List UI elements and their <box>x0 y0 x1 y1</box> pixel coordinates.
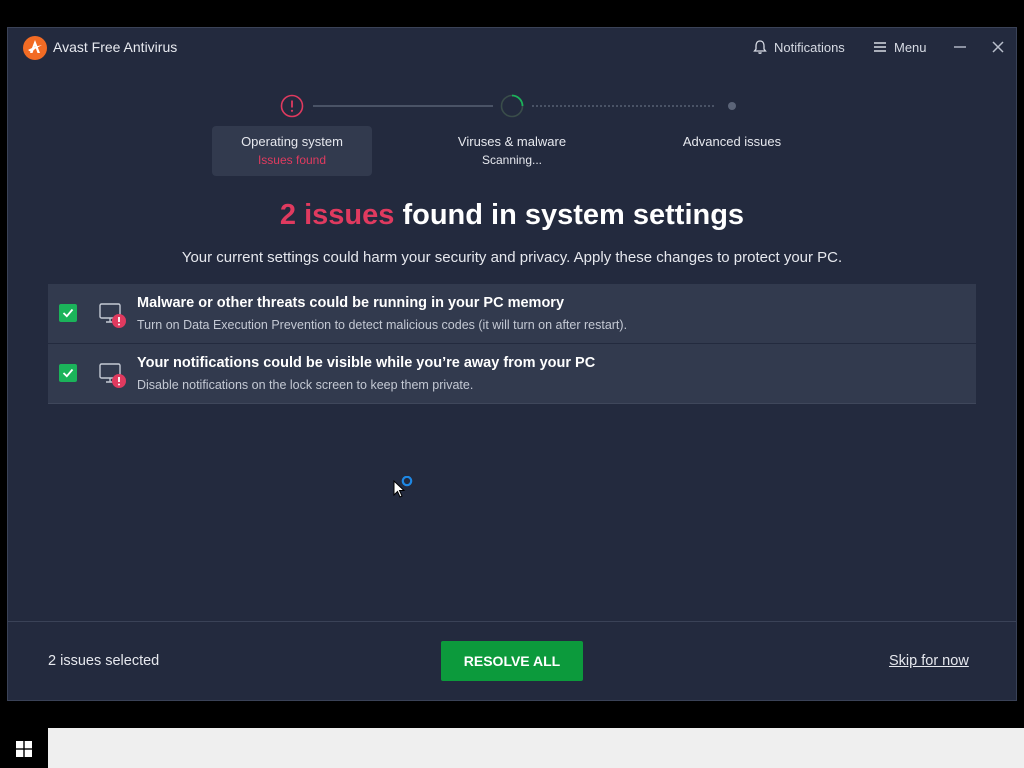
step-advanced-issues: Advanced issues <box>652 126 812 176</box>
issue-row[interactable]: Your notifications could be visible whil… <box>48 344 976 404</box>
issue-checkbox[interactable] <box>59 364 77 382</box>
step-label: Operating system <box>241 134 343 149</box>
minimize-icon <box>954 46 966 48</box>
step-viruses-malware: Viruses & malware Scanning... <box>432 126 592 176</box>
notifications-label: Notifications <box>774 39 845 55</box>
hamburger-icon <box>874 42 886 52</box>
step-status: Scanning... <box>481 153 543 167</box>
taskbar-area <box>48 728 1024 768</box>
close-button[interactable] <box>986 34 1010 58</box>
pending-step-dot <box>728 102 736 110</box>
warning-step-icon <box>280 94 304 118</box>
checkmark-icon <box>62 368 74 378</box>
page-subtitle: Your current settings could harm your se… <box>181 249 843 266</box>
footer-divider <box>8 621 1016 622</box>
issue-title: Your notifications could be visible whil… <box>137 355 596 371</box>
menu-button[interactable]: Menu <box>872 39 927 55</box>
notifications-button[interactable]: Notifications <box>752 39 845 55</box>
minimize-button[interactable] <box>948 34 972 58</box>
monitor-warning-icon <box>99 363 126 388</box>
taskbar <box>0 728 1024 768</box>
avast-logo-icon <box>23 36 47 60</box>
step-operating-system: Operating system Issues found <box>212 126 372 176</box>
issue-row[interactable]: Malware or other threats could be runnin… <box>48 284 976 344</box>
step-connector-2 <box>532 105 714 107</box>
step-label: Viruses & malware <box>457 134 567 149</box>
issue-count-highlight: 2 issues <box>279 199 395 231</box>
titlebar: Avast Free Antivirus Notifications Menu <box>8 28 1016 68</box>
step-status: Issues found <box>257 153 327 167</box>
step-connector-1 <box>313 105 493 107</box>
menu-label: Menu <box>894 39 927 55</box>
issue-title: Malware or other threats could be runnin… <box>137 295 565 311</box>
app-window: Avast Free Antivirus Notifications Menu <box>7 27 1017 701</box>
windows-start-icon[interactable] <box>16 741 32 757</box>
issue-checkbox[interactable] <box>59 304 77 322</box>
checkmark-icon <box>62 308 74 318</box>
issue-description: Turn on Data Execution Prevention to det… <box>137 318 628 332</box>
issue-description: Disable notifications on the lock screen… <box>137 378 474 392</box>
app-title: Avast Free Antivirus <box>53 39 178 55</box>
scanning-spinner-icon <box>500 94 524 118</box>
skip-for-now-link[interactable]: Skip for now <box>889 653 969 669</box>
page-title-rest: found in system settings <box>394 199 745 231</box>
busy-cursor-icon <box>393 476 413 498</box>
close-icon <box>992 41 1004 53</box>
bell-icon <box>753 40 767 54</box>
resolve-all-button[interactable]: RESOLVE ALL <box>441 641 583 681</box>
step-label: Advanced issues <box>682 134 782 149</box>
selected-count: 2 issues selected <box>48 653 160 669</box>
page-title: 2 issues found in system settings <box>8 199 1016 232</box>
issues-list: Malware or other threats could be runnin… <box>48 284 976 404</box>
monitor-warning-icon <box>99 303 126 328</box>
